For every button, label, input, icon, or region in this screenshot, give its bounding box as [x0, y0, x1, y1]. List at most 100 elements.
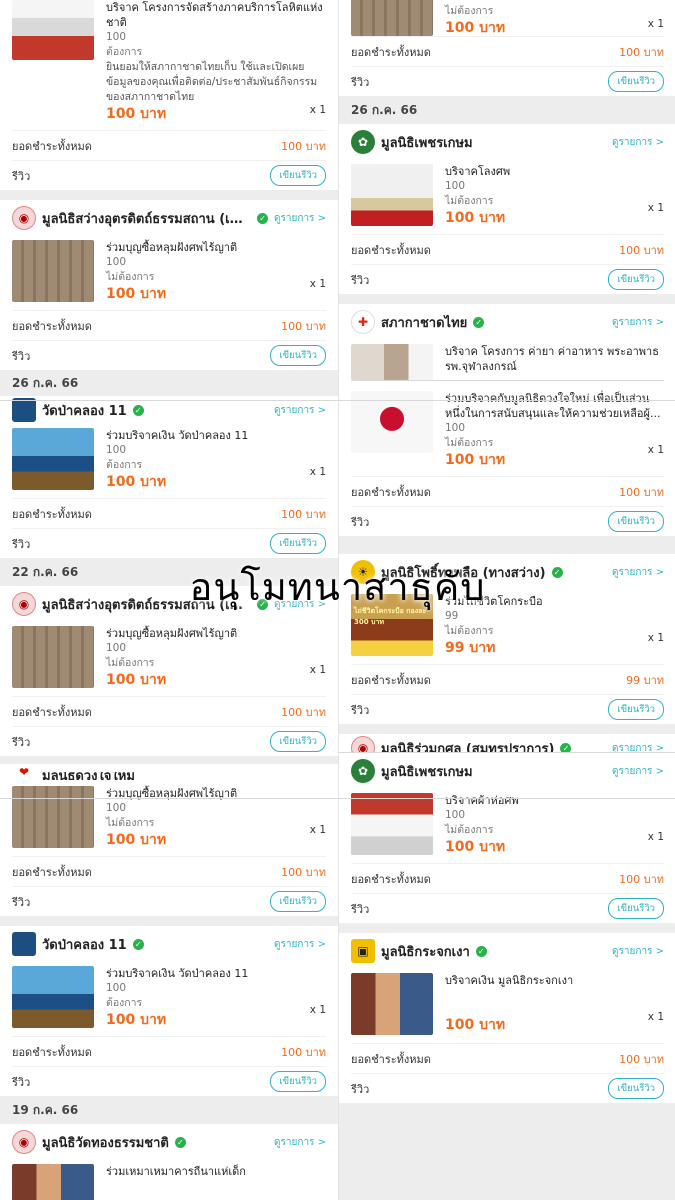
item-option: ไม่ต้องการ: [445, 625, 494, 637]
date-header: 19 ก.ค. 66: [0, 1096, 338, 1124]
shop-name[interactable]: มูลนิธิสว่างอุตรดิตถ์ธรรมสถาน (เม่...: [42, 594, 251, 615]
write-review-button[interactable]: เขียนรีวิว: [608, 898, 664, 919]
order-item[interactable]: ร่วมบุญซื้อหลุมฝังศพไร้ญาติ 100 ไม่ต้องก…: [12, 236, 326, 310]
total-row: ยอดชำระทั้งหมด 100 บาท: [12, 1036, 326, 1066]
write-review-button[interactable]: เขียนรีวิว: [270, 345, 326, 366]
order-item[interactable]: ร่วมบริจาคเงิน วัดป่าคลอง 11 100 ต้องการ…: [12, 962, 326, 1036]
item-qty: x 1: [647, 18, 664, 30]
temple-logo-icon: [12, 932, 36, 956]
shop-name[interactable]: มูลนิธิดวงใจใหม่: [42, 772, 135, 780]
item-thumbnail: [12, 786, 94, 848]
order-item[interactable]: บริจาคโลงศพ 100 ไม่ต้องการ 100 บาท x 1: [351, 160, 664, 234]
total-row: ยอดชำระทั้งหมด 100 บาท: [12, 856, 326, 886]
item-price: 100 บาท: [445, 452, 506, 468]
shop-name[interactable]: มูลนิธิเพชรเกษม: [381, 761, 473, 782]
write-review-button[interactable]: เขียนรีวิว: [270, 891, 326, 912]
shop-name[interactable]: มูลนิธิเพชรเกษม: [381, 132, 473, 153]
view-details-link[interactable]: ดูรายการ >: [612, 565, 664, 580]
item-price: 100 บาท: [106, 832, 167, 848]
item-info: บริจาคเงิน มูลนิธิกระจกเงา 100 บาท: [445, 973, 664, 1035]
total-row: ยอดชำระทั้งหมด 100 บาท: [12, 696, 326, 726]
date-header: 22 ก.ค. 66: [0, 558, 338, 586]
write-review-button[interactable]: เขียนรีวิว: [270, 533, 326, 554]
shop-header: ❤ มูลนิธิดวงใจใหม่: [12, 764, 326, 780]
item-info: ร่วมไถ่ชีวิตโคกระบือ 99 ไม่ต้องการ 99 บา…: [445, 594, 664, 656]
view-details-link[interactable]: ดูรายการ >: [274, 597, 326, 612]
view-details-link[interactable]: ดูรายการ >: [612, 764, 664, 779]
verified-icon: ✓: [257, 212, 269, 224]
total-value: 100 บาท: [281, 507, 326, 521]
write-review-button[interactable]: เขียนรีวิว: [608, 1078, 664, 1099]
review-row: รีวิว เขียนรีวิว: [12, 340, 326, 370]
view-details-link[interactable]: ดูรายการ >: [274, 1135, 326, 1150]
order-item[interactable]: บริจาคเงิน มูลนิธิกระจกเงา 100 บาท x 1: [351, 969, 664, 1043]
red-cross-logo-icon: ✚: [351, 310, 375, 334]
item-title: ร่วมบริจาคกับมูลนิธิดวงใจใหม่ เพื่อเป็นส…: [445, 392, 661, 420]
item-title: บริจาคผ้าห่อศพ: [445, 794, 519, 807]
order-item[interactable]: ร่วมบุญซื้อหลุมฝังศพไร้ญาติ 100 ไม่ต้องก…: [12, 780, 326, 856]
shop-header: ▣ มูลนิธิกระจกเงา ✓ ดูรายการ >: [351, 933, 664, 969]
item-qty: x 1: [647, 1011, 664, 1023]
order-card: ☀ มูลนิธิโพธิ์ทวพลือ (ทางสว่าง) ✓ ดูรายก…: [339, 554, 675, 724]
left-column: บริจาค โครงการจัดสร้างภาคบริการโลหิตแห่ง…: [0, 0, 338, 1200]
item-amount: 100: [445, 422, 466, 434]
view-details-link[interactable]: ดูรายการ >: [612, 741, 664, 753]
view-details-link[interactable]: ดูรายการ >: [274, 211, 326, 226]
order-item[interactable]: บริจาค โครงการ ค่ายา ค่าอาหาร พระอาพาธ ร…: [351, 340, 664, 380]
total-row: ยอดชำระทั้งหมด 100 บาท: [351, 1043, 664, 1073]
view-details-link[interactable]: ดูรายการ >: [612, 135, 664, 150]
shop-name[interactable]: มูลนิธิกระจกเงา: [381, 941, 470, 962]
write-review-button[interactable]: เขียนรีวิว: [270, 165, 326, 186]
write-review-button[interactable]: เขียนรีวิว: [270, 1071, 326, 1092]
item-thumbnail: [12, 626, 94, 688]
screenshot-collage: บริจาค โครงการจัดสร้างภาคบริการโลหิตแห่ง…: [0, 0, 675, 1200]
order-card: วัดป่าคลอง 11 ✓ ดูรายการ > ร่วมบริจาคเงิ…: [0, 396, 338, 558]
view-details-link[interactable]: ดูรายการ >: [612, 944, 664, 959]
write-review-button[interactable]: เขียนรีวิว: [608, 699, 664, 720]
order-item[interactable]: บริจาคผ้าห่อศพ 100 ไม่ต้องการ 100 บาท x …: [351, 789, 664, 863]
order-item[interactable]: ร่วมบริจาคเงิน วัดป่าคลอง 11 100 ต้องการ…: [12, 424, 326, 498]
item-thumbnail: [12, 966, 94, 1028]
write-review-button[interactable]: เขียนรีวิว: [608, 511, 664, 532]
item-option: ไม่ต้องการ: [106, 271, 155, 283]
write-review-button[interactable]: เขียนรีวิว: [608, 71, 664, 92]
shop-name[interactable]: มูลนิธิร่วมกศล (สมทรปราการ): [381, 738, 554, 753]
item-thumbnail: [12, 1164, 94, 1200]
write-review-button[interactable]: เขียนรีวิว: [608, 269, 664, 290]
view-details-link[interactable]: ดูรายการ >: [274, 937, 326, 952]
shop-logo-icon: ◉: [12, 592, 36, 616]
total-label: ยอดชำระทั้งหมด: [12, 139, 92, 153]
shop-name[interactable]: มูลนิธิสว่างอุตรดิตถ์ธรรมสถาน (เม่...: [42, 208, 251, 229]
shop-name[interactable]: สภากาชาดไทย: [381, 312, 467, 333]
item-info: ร่วมบริจาคเงิน วัดป่าคลอง 11 100 ต้องการ…: [106, 428, 326, 490]
item-thumbnail: [12, 428, 94, 490]
consent-text: ยินยอมให้สภากาชาดไทยเก็บ ใช้และเปิดเผยข้…: [106, 61, 318, 103]
order-card: ไม่ต้องการ 100 บาท x 1 ยอดชำระทั้งหมด 10…: [339, 0, 675, 96]
shop-name[interactable]: มูลนิธิวัดทองธรรมชาติ: [42, 1132, 169, 1153]
order-item[interactable]: ร่วมบุญซื้อหลุมฝังศพไร้ญาติ 100 ไม่ต้องก…: [12, 622, 326, 696]
right-column: ไม่ต้องการ 100 บาท x 1 ยอดชำระทั้งหมด 10…: [338, 0, 675, 1200]
view-details-link[interactable]: ดูรายการ >: [274, 403, 326, 418]
total-value: 100 บาท: [281, 319, 326, 333]
view-details-link[interactable]: ดูรายการ >: [612, 315, 664, 330]
order-item[interactable]: ไม่ต้องการ 100 บาท x 1: [351, 0, 664, 36]
shop-logo-icon: ◉: [12, 206, 36, 230]
item-amount: 100: [106, 802, 127, 814]
item-qty: x 1: [309, 824, 326, 836]
shop-logo-icon: ✿: [351, 130, 375, 154]
total-label: ยอดชำระทั้งหมด: [351, 673, 431, 687]
shop-name[interactable]: วัดป่าคลอง 11: [42, 400, 127, 421]
item-title: บริจาคโลงศพ: [445, 165, 511, 178]
write-review-button[interactable]: เขียนรีวิว: [270, 731, 326, 752]
review-row: รีวิว เขียนรีวิว: [351, 66, 664, 96]
verified-icon: ✓: [560, 742, 572, 752]
verified-icon: ✓: [132, 938, 144, 950]
order-item[interactable]: บริจาค โครงการจัดสร้างภาคบริการโลหิตแห่ง…: [12, 0, 326, 130]
mirror-logo-icon: ▣: [351, 939, 375, 963]
order-item[interactable]: ร่วมบริจาคกับมูลนิธิดวงใจใหม่ เพื่อเป็นส…: [351, 380, 664, 476]
shop-name[interactable]: วัดป่าคลอง 11: [42, 934, 127, 955]
shop-name[interactable]: มูลนิธิโพธิ์ทวพลือ (ทางสว่าง): [381, 562, 546, 583]
order-item[interactable]: ไถ่ชีวิตโคกระบือ กองละ 300 บาท ร่วมไถ่ชี…: [351, 590, 664, 664]
order-item[interactable]: ร่วมเหมาเหมาคารถีนาแห่เด็ก: [12, 1160, 326, 1200]
item-option: ต้องการ: [106, 46, 143, 58]
